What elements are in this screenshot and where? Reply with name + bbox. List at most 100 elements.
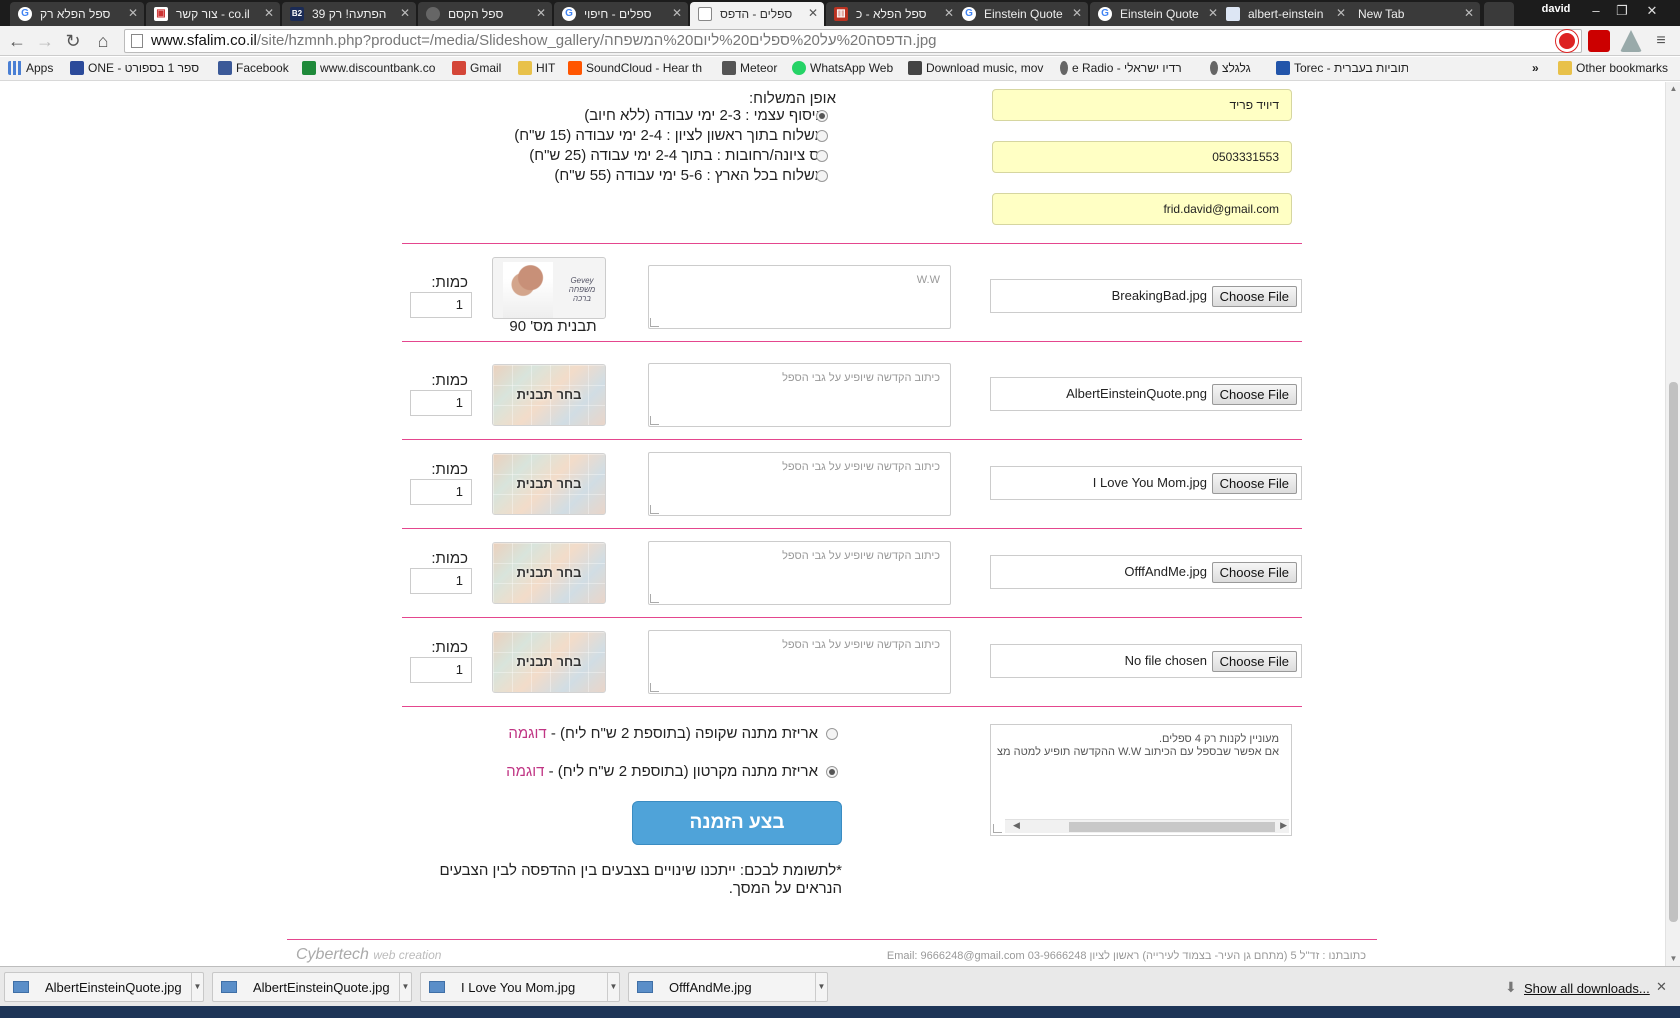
tab[interactable]: G ספל הפלא רק ✕ [10,2,144,26]
bookmark-one[interactable]: ONE - ספר 1 בספורט [70,61,200,75]
close-icon[interactable]: ✕ [1336,6,1346,20]
chevron-down-icon[interactable]: ▼ [815,973,827,1001]
submit-order-button[interactable]: בצע הזמנה [632,801,842,845]
footer-brand[interactable]: Cybertech web creation [296,946,441,964]
new-tab-button[interactable] [1484,2,1514,26]
bookmark-hit[interactable]: HIT [518,61,555,75]
gift-wrap-transparent-option[interactable]: אריזת מתנה שקופה (בתוספת 2 ש"ח ליח) - דו… [500,725,840,745]
bookmark-gmail[interactable]: Gmail [452,61,501,75]
shipping-option[interactable]: משלוח בתוך ראשון לציון : 2-4 ימי עבודה (… [430,127,825,147]
choose-template-4[interactable]: בחר תבנית [492,542,606,604]
bookmark-radio[interactable]: e Radio - רדיו ישראלי [1060,61,1182,75]
file-upload-2[interactable]: AlbertEinsteinQuote.png Choose File [990,377,1302,411]
close-icon[interactable]: ✕ [672,6,682,20]
bookmark-soundcloud[interactable]: SoundCloud - Hear th [568,61,706,75]
tab[interactable]: B2 הפתעה! רק 39 ✕ [282,2,416,26]
template-thumbnail-1[interactable]: Gevey משפחה ברכה [492,257,606,319]
close-icon[interactable]: ✕ [536,6,546,20]
choose-file-button[interactable]: Choose File [1211,473,1297,494]
other-bookmarks[interactable]: Other bookmarks [1558,61,1668,75]
tab[interactable]: G ספלים - חיפוי ✕ [554,2,688,26]
close-icon[interactable]: ✕ [1656,979,1667,995]
shipping-option[interactable]: משלוח בכל הארץ : 5-6 ימי עבודה (55 ש"ח) [430,167,825,187]
choose-template-2[interactable]: בחר תבנית [492,364,606,426]
dedication-input-4[interactable]: כיתוב הקדשה שיופיע על גבי הספל [648,541,951,605]
minimize-icon[interactable]: – [1582,1,1610,21]
gift-wrap-carton-radio[interactable] [826,766,838,778]
bookmark-discountbank[interactable]: www.discountbank.co [302,61,442,75]
quantity-input-2[interactable]: 1 [410,390,472,416]
dedication-input-5[interactable]: כיתוב הקדשה שיופיע על גבי הספל [648,630,951,694]
dedication-input-1[interactable]: W.W [648,265,951,329]
phone-field[interactable]: 0503331553 [992,141,1292,173]
close-icon[interactable]: ✕ [944,6,954,20]
close-icon[interactable]: ✕ [400,6,410,20]
page-scrollbar[interactable]: ▲ ▼ [1665,82,1680,966]
tab[interactable]: albert-einstein ✕ [1218,2,1352,26]
drive-extension-icon[interactable] [1620,30,1642,52]
bookmark-download-music[interactable]: Download music, mov [908,61,1048,75]
home-icon[interactable]: ⌂ [92,30,114,52]
tab[interactable]: ספל הקסם ✕ [418,2,552,26]
bookmark-apps[interactable]: Apps [8,61,53,75]
window-close-icon[interactable]: ✕ [1638,1,1666,21]
gift-wrap-transparent-radio[interactable] [826,728,838,740]
scroll-thumb[interactable] [1669,382,1678,922]
scroll-left-icon[interactable]: ◀ [1013,820,1020,831]
bookmark-galgalatz[interactable]: גלגלצ [1210,61,1251,75]
back-icon[interactable]: ← [6,30,28,52]
quantity-input-4[interactable]: 1 [410,568,472,594]
download-item[interactable]: AlbertEinsteinQuote.jpg ▼ [4,972,204,1002]
download-item[interactable]: I Love You Mom.jpg ▼ [420,972,620,1002]
resize-grip-icon[interactable] [993,824,1002,833]
name-field[interactable]: דיויד פריד [992,89,1292,121]
choose-file-button[interactable]: Choose File [1211,562,1297,583]
chevron-down-icon[interactable]: ▼ [607,973,619,1001]
close-icon[interactable]: ✕ [1072,6,1082,20]
chevron-down-icon[interactable]: ▼ [191,973,203,1001]
reload-icon[interactable]: ↻ [62,30,84,52]
scroll-thumb[interactable] [1069,822,1275,832]
bookmark-whatsapp[interactable]: WhatsApp Web [792,61,893,75]
bookmark-facebook[interactable]: Facebook [218,61,289,75]
resize-grip-icon[interactable] [650,594,659,603]
resize-grip-icon[interactable] [650,505,659,514]
bookmark-torec[interactable]: Torec - כתוביות בעברית [1276,61,1408,75]
tab[interactable]: G Einstein Quote ✕ [954,2,1088,26]
order-notes-textarea[interactable]: מעוניין לקנות רק 4 ספלים. אם אפשר שבספל … [990,724,1292,836]
tab-active[interactable]: ספלים - הדפס ✕ [690,2,824,26]
example-link[interactable]: דוגמה [506,763,544,780]
choose-template-5[interactable]: בחר תבנית [492,631,606,693]
menu-icon[interactable]: ≡ [1650,30,1672,52]
dedication-input-3[interactable]: כיתוב הקדשה שיופיע על גבי הספל [648,452,951,516]
file-upload-5[interactable]: No file chosen Choose File [990,644,1302,678]
close-icon[interactable]: ✕ [1464,6,1474,20]
close-icon[interactable]: ✕ [808,6,818,20]
choose-file-button[interactable]: Choose File [1211,384,1297,405]
close-icon[interactable]: ✕ [264,6,274,20]
file-upload-3[interactable]: I Love You Mom.jpg Choose File [990,466,1302,500]
restore-icon[interactable]: ❐ [1608,1,1636,21]
close-icon[interactable]: ✕ [128,6,138,20]
file-upload-4[interactable]: OfffAndMe.jpg Choose File [990,555,1302,589]
tab[interactable]: New Tab ✕ [1346,2,1480,26]
example-link[interactable]: דוגמה [508,725,546,742]
shipping-radio-rishon[interactable] [816,130,828,142]
email-field[interactable]: frid.david@gmail.com [992,193,1292,225]
horizontal-scrollbar[interactable]: ◀ ▶ [1005,819,1289,833]
shipping-option[interactable]: נס ציונה/רחובות : בתוך 2-4 ימי עבודה (25… [430,147,825,167]
resize-grip-icon[interactable] [650,416,659,425]
show-all-downloads-link[interactable]: Show all downloads... [1524,981,1650,996]
download-item[interactable]: OfffAndMe.jpg ▼ [628,972,828,1002]
scroll-down-icon[interactable]: ▼ [1666,952,1680,966]
resize-grip-icon[interactable] [650,318,659,327]
shipping-radio-nationwide[interactable] [816,170,828,182]
choose-template-3[interactable]: בחר תבנית [492,453,606,515]
resize-grip-icon[interactable] [650,683,659,692]
shipping-option[interactable]: איסוף עצמי : 2-3 ימי עבודה (ללא חיוב) [430,107,825,127]
bookmarks-overflow-button[interactable]: » [1532,61,1539,75]
scroll-up-icon[interactable]: ▲ [1666,82,1680,96]
shipping-radio-nes-ziona[interactable] [816,150,828,162]
shipping-radio-pickup[interactable] [816,110,828,122]
profile-name[interactable]: david [1536,3,1576,19]
